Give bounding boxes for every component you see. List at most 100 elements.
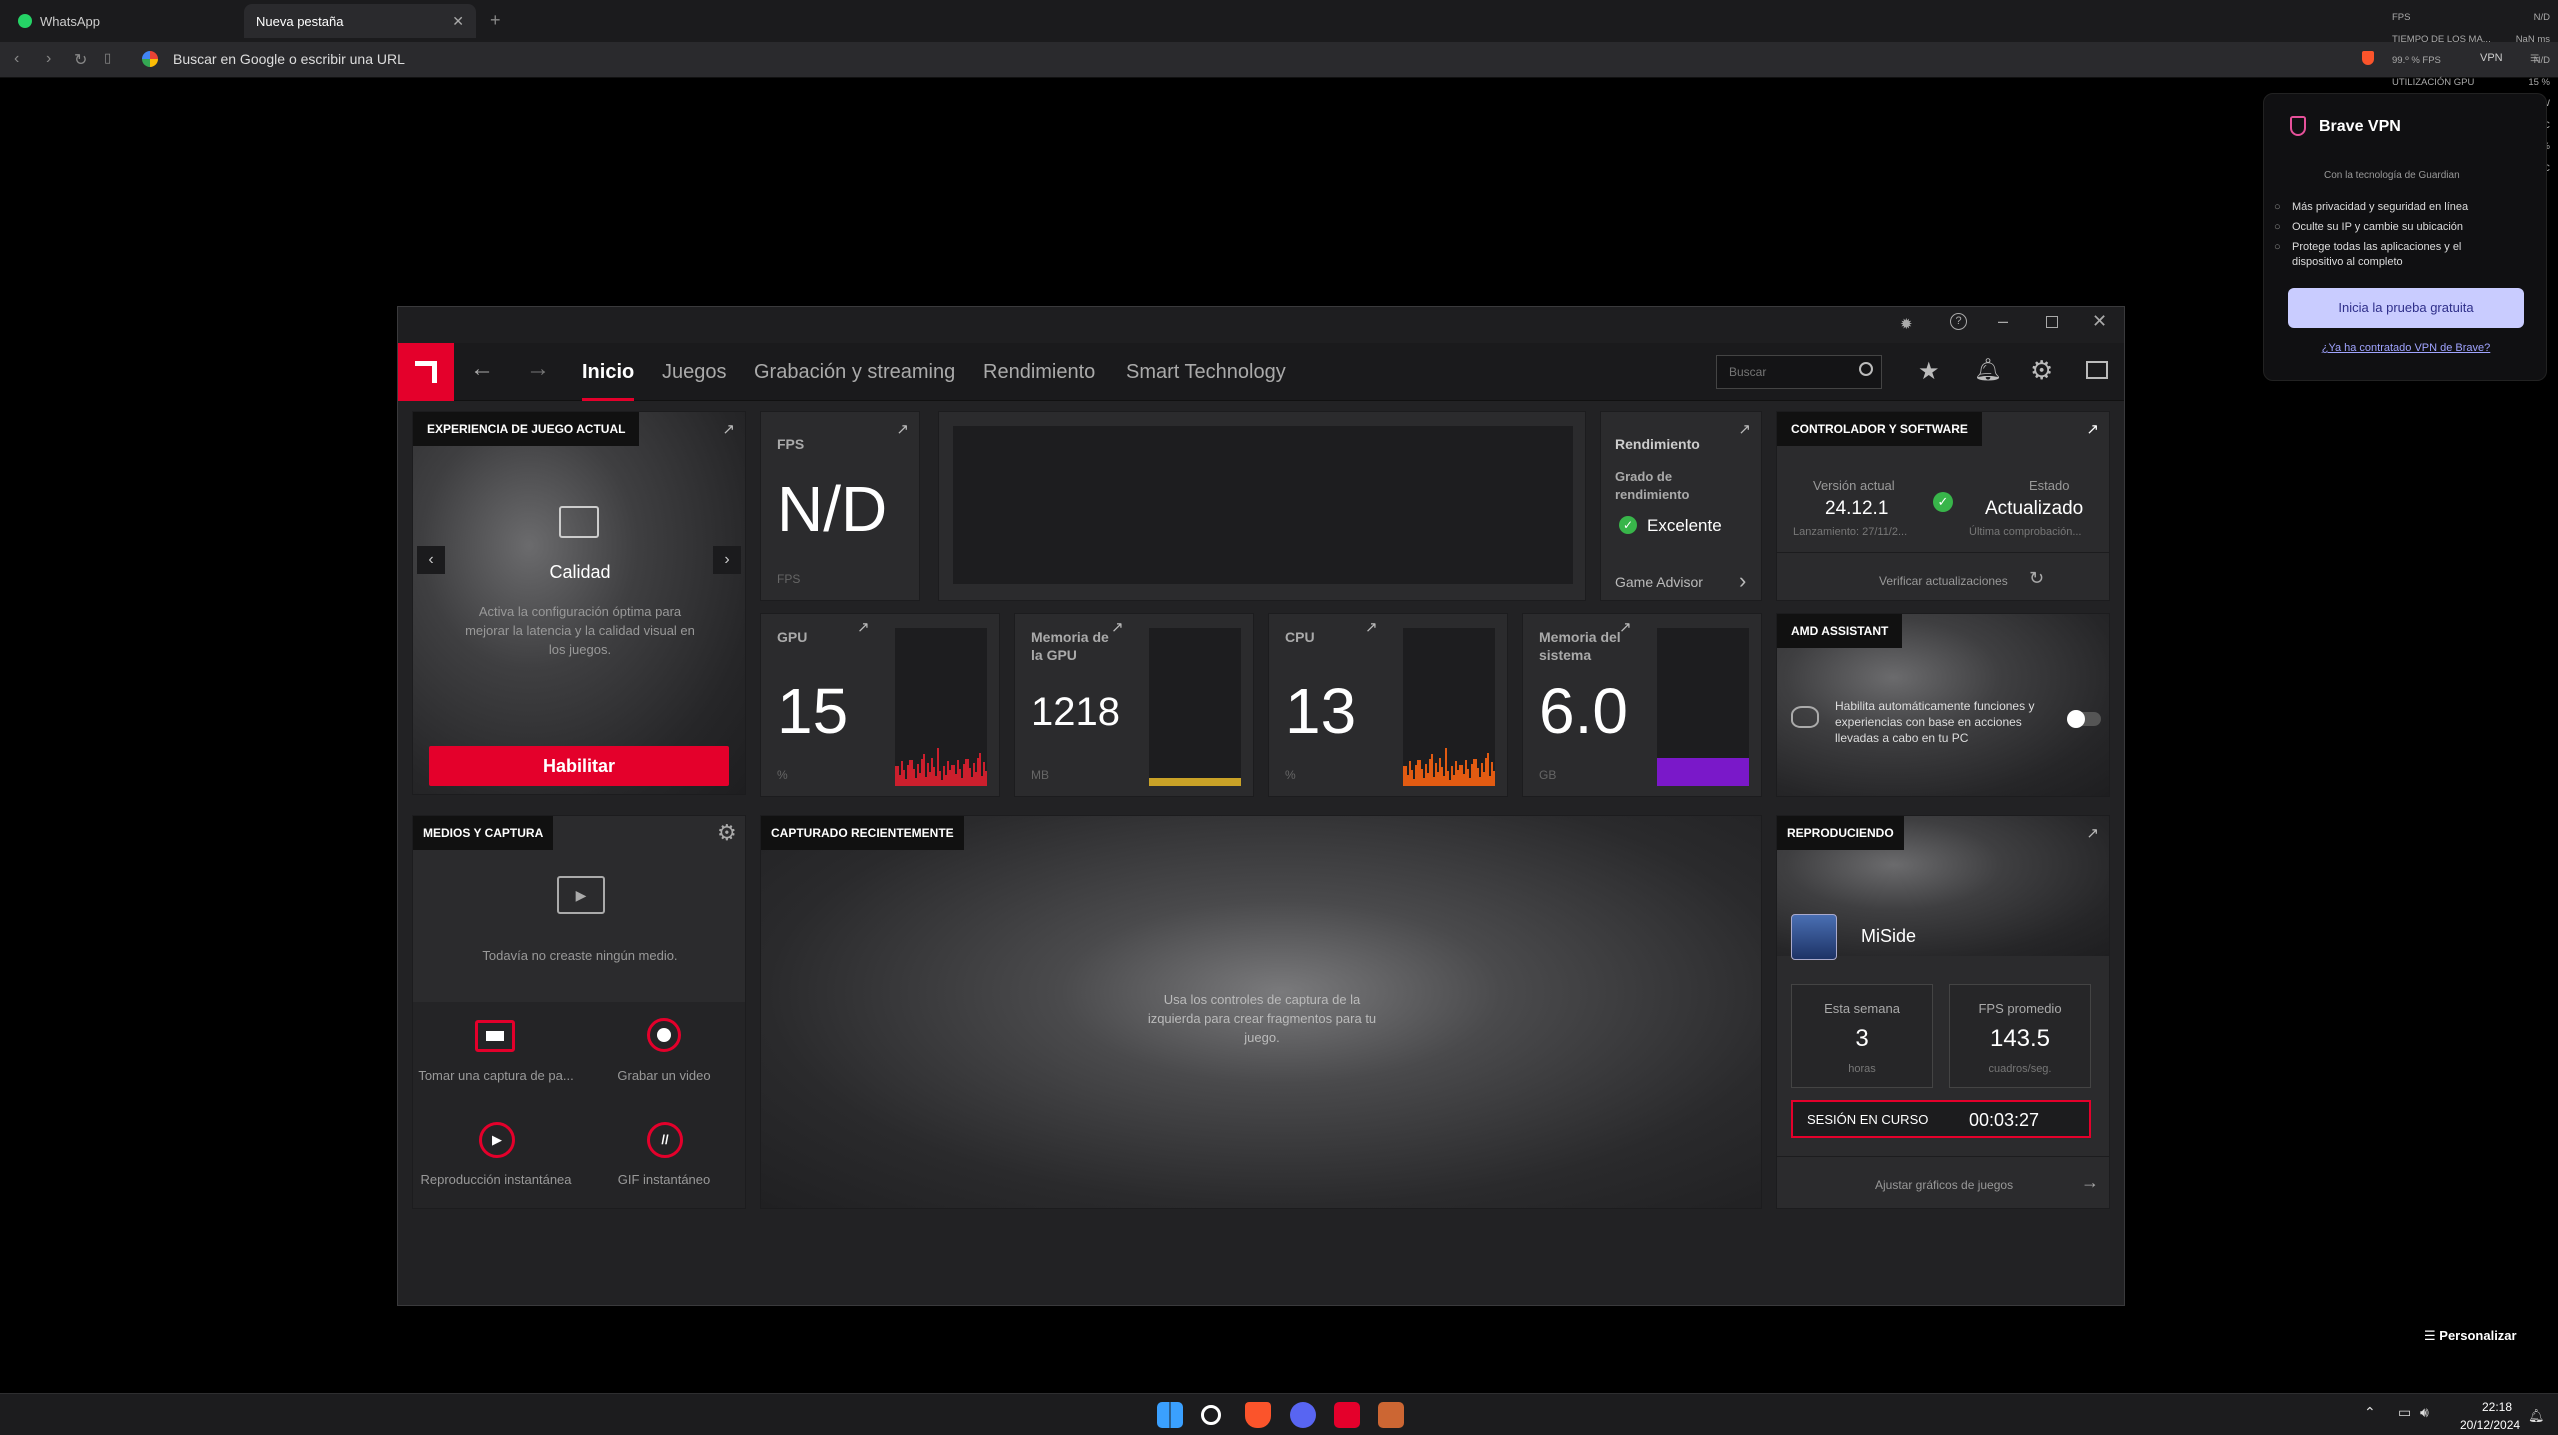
game-title: MiSide bbox=[1861, 926, 1917, 946]
clock-time[interactable]: 22:18 bbox=[2482, 1400, 2512, 1414]
tab-rendimiento[interactable]: Rendimiento bbox=[983, 343, 1095, 401]
instant-gif-button[interactable]: // GIF instantáneo bbox=[581, 1106, 745, 1208]
toggle-knob bbox=[2067, 710, 2085, 728]
instant-replay-icon: ▶ bbox=[479, 1122, 515, 1158]
tab-new-tab[interactable]: Nueva pestaña ✕ bbox=[244, 4, 476, 38]
brave-icon[interactable] bbox=[1245, 1402, 1271, 1428]
search-icon[interactable] bbox=[1201, 1405, 1221, 1425]
favorites-icon[interactable]: ★ bbox=[1918, 357, 1940, 386]
instant-replay-button[interactable]: ▶ Reproducción instantánea bbox=[413, 1106, 579, 1208]
clock-date[interactable]: 20/12/2024 bbox=[2460, 1418, 2520, 1432]
tab-juegos[interactable]: Juegos bbox=[662, 343, 727, 401]
search-input[interactable] bbox=[1717, 356, 1837, 388]
amd-assistant-card: AMD ASSISTANT Habilita automáticamente f… bbox=[1776, 613, 2110, 797]
screenshot-icon bbox=[475, 1020, 515, 1052]
media-capture-card: MEDIOS Y CAPTURA ⚙ ▶ Todavía no creaste … bbox=[412, 815, 746, 1209]
personalize-button[interactable]: ☰ Personalizar bbox=[2424, 1328, 2517, 1344]
forward-arrow-icon[interactable]: → bbox=[526, 355, 550, 383]
chevron-right-icon[interactable]: › bbox=[1739, 568, 1746, 594]
expand-icon[interactable]: ↗ bbox=[896, 420, 909, 438]
overlay-row: UTILIZACIÓN GPU 15 % bbox=[2392, 77, 2550, 91]
bug-icon[interactable]: ✹ bbox=[1900, 315, 1913, 333]
app-icon[interactable] bbox=[1378, 1402, 1404, 1428]
brave-shield-icon[interactable] bbox=[2362, 51, 2374, 65]
vpn-bullet-3: Protege todas las aplicaciones y el disp… bbox=[2274, 240, 2492, 270]
amd-software-icon[interactable] bbox=[1334, 1402, 1360, 1428]
windows-start-icon[interactable] bbox=[1157, 1402, 1183, 1428]
game-exp-desc: Activa la configuración óptima para mejo… bbox=[465, 604, 695, 657]
maximize-icon[interactable] bbox=[2046, 316, 2058, 328]
last-check: Última comprobación... bbox=[1969, 526, 2082, 538]
tab-inicio[interactable]: Inicio bbox=[582, 343, 635, 401]
metric-card-0: GPU ↗ 15% bbox=[760, 613, 1000, 797]
metric-label: CPU bbox=[1285, 629, 1315, 645]
video-icon: ▶ bbox=[557, 876, 605, 914]
personalize-label: Personalizar bbox=[2439, 1328, 2517, 1343]
expand-icon[interactable]: ↗ bbox=[2086, 420, 2099, 438]
game-experience-card: EXPERIENCIA DE JUEGO ACTUAL ↗ ‹ › Calida… bbox=[412, 411, 746, 795]
expand-icon[interactable]: ↗ bbox=[1111, 618, 1124, 636]
forward-icon[interactable]: › bbox=[46, 50, 51, 68]
expand-icon[interactable]: ↗ bbox=[1365, 618, 1378, 636]
expand-icon[interactable]: ↗ bbox=[1619, 618, 1632, 636]
expand-icon[interactable]: ↗ bbox=[722, 420, 735, 438]
vpn-trial-button[interactable]: Inicia la prueba gratuita bbox=[2288, 288, 2524, 328]
network-icon[interactable]: ▭ bbox=[2398, 1404, 2411, 1421]
avg-fps-stat: FPS promedio 143.5 cuadros/seg. bbox=[1949, 984, 2091, 1088]
settings-icon[interactable]: ⚙ bbox=[717, 820, 737, 846]
metric-label: Memoria de la GPU bbox=[1031, 629, 1109, 663]
brain-icon bbox=[1791, 706, 1819, 728]
tab-grabacion[interactable]: Grabación y streaming bbox=[754, 343, 955, 401]
overlay-value: 15 % bbox=[2528, 76, 2550, 88]
performance-card: Rendimiento ↗ Grado de rendimiento ✓ Exc… bbox=[1600, 411, 1762, 601]
refresh-icon[interactable]: ↻ bbox=[2029, 568, 2044, 589]
week-value: 3 bbox=[1855, 1025, 1869, 1052]
arrow-right-icon[interactable]: → bbox=[2081, 1172, 2099, 1193]
amd-logo[interactable] bbox=[398, 343, 454, 401]
expand-icon[interactable]: ↗ bbox=[2086, 824, 2099, 842]
minimize-icon[interactable]: – bbox=[1998, 311, 2008, 332]
expand-icon[interactable]: ↗ bbox=[1738, 420, 1751, 438]
expand-icon[interactable]: ↗ bbox=[857, 618, 870, 636]
search-box[interactable] bbox=[1716, 355, 1882, 389]
new-tab-icon[interactable]: + bbox=[490, 10, 501, 31]
check-icon: ✓ bbox=[1619, 516, 1637, 534]
record-video-button[interactable]: Grabar un video bbox=[581, 1002, 745, 1104]
assistant-toggle[interactable] bbox=[2067, 710, 2101, 728]
discord-icon[interactable] bbox=[1290, 1402, 1316, 1428]
help-icon[interactable]: ? bbox=[1950, 313, 1967, 330]
metric-value: 6.0 bbox=[1539, 675, 1628, 747]
volume-icon[interactable]: 🔊︎ bbox=[2420, 1404, 2429, 1421]
close-icon[interactable]: ✕ bbox=[452, 13, 464, 30]
record-icon bbox=[647, 1018, 681, 1052]
back-arrow-icon[interactable]: ← bbox=[470, 355, 494, 383]
driver-card: CONTROLADOR Y SOFTWARE ↗ Versión actual … bbox=[1776, 411, 2110, 601]
settings-icon[interactable]: ⚙ bbox=[2030, 355, 2053, 386]
back-icon[interactable]: ‹ bbox=[14, 50, 19, 68]
layout-icon[interactable] bbox=[2086, 361, 2108, 379]
bookmark-icon[interactable]: ▯ bbox=[104, 50, 111, 66]
tray-chevron-icon[interactable]: ⌃ bbox=[2364, 1404, 2376, 1421]
fps-graph-card bbox=[938, 411, 1586, 601]
notification-bell-icon[interactable]: 🔔︎ bbox=[2528, 1408, 2545, 1424]
game-avatar bbox=[1791, 914, 1837, 960]
grade-label: Grado de rendimiento bbox=[1615, 469, 1690, 502]
adjust-graphics-link[interactable]: Ajustar gráficos de juegos bbox=[1875, 1178, 2013, 1192]
overlay-value: N/D bbox=[2533, 12, 2550, 23]
close-icon[interactable]: ✕ bbox=[2092, 311, 2107, 332]
check-updates-link[interactable]: Verificar actualizaciones bbox=[1879, 574, 2008, 588]
enable-button[interactable]: Habilitar bbox=[429, 746, 729, 786]
fps-graph bbox=[953, 426, 1573, 584]
personalize-icon: ☰ bbox=[2424, 1328, 2440, 1343]
reload-icon[interactable]: ↻ bbox=[74, 50, 87, 70]
notifications-icon[interactable]: 🔔︎ bbox=[1974, 357, 2002, 383]
tab-whatsapp[interactable]: WhatsApp bbox=[6, 4, 238, 38]
version-value: 24.12.1 bbox=[1825, 498, 1889, 519]
url-input[interactable] bbox=[135, 46, 2335, 74]
vpn-login-link[interactable]: ¿Ya ha contratado VPN de Brave? bbox=[2264, 342, 2548, 354]
game-advisor-link[interactable]: Game Advisor bbox=[1615, 574, 1703, 590]
screenshot-button[interactable]: Tomar una captura de pa... bbox=[413, 1002, 579, 1104]
status-value: Actualizado bbox=[1985, 498, 2084, 519]
taskbar bbox=[0, 1393, 2558, 1435]
tab-smart-technology[interactable]: Smart Technology bbox=[1126, 343, 1286, 401]
